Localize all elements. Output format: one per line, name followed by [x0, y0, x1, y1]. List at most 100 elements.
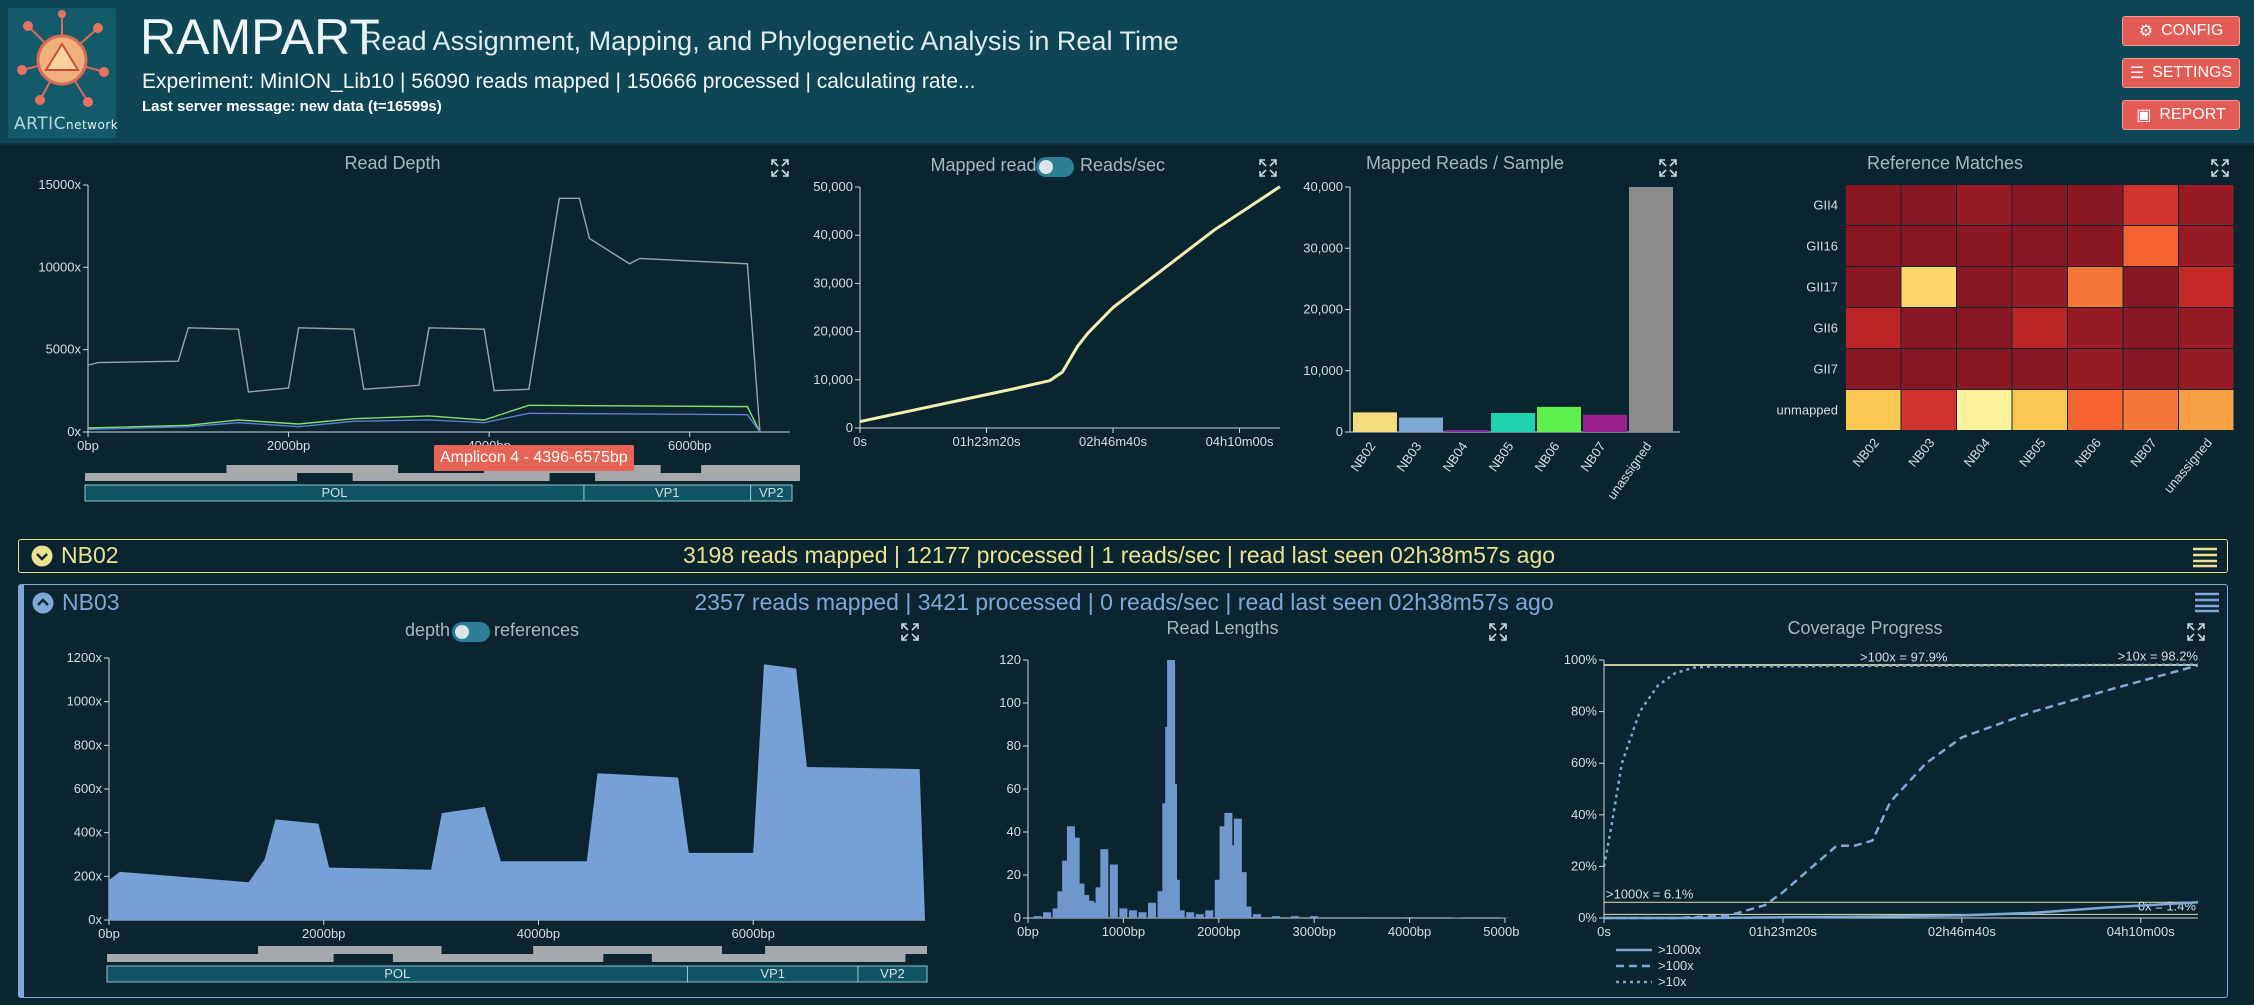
menu-icon[interactable] — [2191, 546, 2219, 568]
heatmap-cell — [1846, 390, 1901, 430]
depth-label: depth — [404, 620, 450, 640]
y-tick-label: 60% — [1571, 755, 1597, 770]
length-bar — [1128, 910, 1137, 918]
y-tick-label: 0 — [1014, 910, 1021, 925]
heatmap-cell — [2179, 267, 2234, 307]
y-tick-label: 50,000 — [813, 179, 853, 194]
y-tick-label: 1200x — [67, 650, 103, 665]
expand-icon[interactable] — [1488, 622, 1508, 642]
heatmap-cell — [2068, 308, 2123, 348]
heatmap-cell — [2012, 390, 2067, 430]
heatmap-cell — [1846, 349, 1901, 389]
column-label: NB06 — [2072, 435, 2104, 470]
x-tick-label: 0s — [853, 434, 867, 449]
expand-icon[interactable] — [900, 622, 920, 642]
length-bar — [1291, 916, 1300, 918]
expand-icon[interactable] — [2186, 622, 2206, 642]
settings-button[interactable]: ☰ SETTINGS — [2122, 58, 2240, 88]
heatmap-cell — [2012, 185, 2067, 225]
y-tick-label: 40 — [1007, 824, 1021, 839]
depth-line — [87, 404, 761, 433]
x-tick-label: 2000bp — [267, 438, 310, 453]
chevron-up-icon[interactable] — [32, 592, 54, 614]
x-tick-label: 0bp — [98, 926, 120, 941]
menu-icon[interactable] — [2193, 591, 2221, 613]
heatmap-cell — [2179, 349, 2234, 389]
read-lengths-chart: 0 20 40 60 80 100 120 0bp 1000bp 2000bp 3000bp 4000… — [999, 652, 1520, 939]
y-tick-label: 0x — [88, 912, 102, 927]
sample-panel-nb02[interactable]: NB02 3198 reads mapped | 12177 processed… — [18, 539, 2228, 573]
amplicon-bar — [352, 473, 550, 481]
reads-per-sec-label: Reads/sec — [1080, 155, 1166, 175]
x-tick-label: 0s — [1597, 924, 1611, 939]
sample-bar — [1583, 414, 1627, 432]
x-tick-label: 02h46m40s — [1928, 924, 1996, 939]
heatmap-cell — [2012, 267, 2067, 307]
amplicon-bar — [226, 465, 399, 473]
heatmap-cell — [1846, 185, 1901, 225]
chevron-down-icon[interactable] — [31, 545, 53, 567]
mapped-reads-line — [859, 185, 1281, 424]
length-bar — [1033, 916, 1042, 918]
y-tick-label: 30,000 — [813, 275, 853, 290]
length-bar — [1119, 908, 1128, 918]
sample-depth-chart: 0x 200x 400x 600x 800x 1000x 1200x 0bp 2000bp 400… — [67, 650, 928, 983]
heatmap-cell — [1901, 226, 1956, 266]
server-message: Last server message: new data (t=16599s) — [142, 98, 442, 115]
depth-references-toggle[interactable] — [452, 622, 490, 642]
y-tick-label: 0 — [846, 420, 853, 435]
gene-label: VP2 — [759, 485, 784, 500]
length-bar — [1405, 917, 1414, 918]
gene-label: VP2 — [880, 966, 905, 981]
y-tick-label: 100 — [999, 695, 1021, 710]
x-tick-label: 2000bp — [302, 926, 345, 941]
reads-rate-toggle[interactable] — [1036, 157, 1074, 177]
gene-label: POL — [321, 485, 347, 500]
y-tick-label: 200x — [74, 868, 103, 883]
sample-bar — [1629, 187, 1673, 432]
document-icon: ▣ — [2136, 107, 2152, 124]
app-title: RAMPART — [140, 9, 380, 65]
heatmap-cell — [2123, 267, 2178, 307]
x-tick-label: 04h10m00s — [2107, 924, 2175, 939]
x-tick-label: NB03 — [1394, 439, 1425, 474]
config-button[interactable]: ⚙ CONFIG — [2122, 16, 2240, 46]
column-label: NB04 — [1961, 435, 1993, 470]
heatmap-cell — [1901, 349, 1956, 389]
experiment-status: Experiment: MinION_Lib10 | 56090 reads m… — [142, 70, 976, 93]
y-tick-label: 600x — [74, 781, 103, 796]
heatmap-cell — [2123, 390, 2178, 430]
y-tick-label: 100% — [1564, 652, 1598, 667]
sample-bar — [1399, 417, 1443, 432]
heatmap-cell — [2068, 185, 2123, 225]
row-label: GII7 — [1813, 362, 1838, 377]
amplicon-bar — [258, 946, 442, 954]
y-tick-label: 0% — [1578, 910, 1597, 925]
heatmap-cell — [1901, 185, 1956, 225]
artic-logo: ARTICnetwork — [8, 8, 119, 138]
column-label: NB05 — [2016, 435, 2048, 470]
heatmap-cell — [1901, 267, 1956, 307]
sample-bar — [1537, 406, 1581, 432]
x-tick-label: 01h23m20s — [953, 434, 1021, 449]
x-tick-label: 6000bp — [732, 926, 775, 941]
heatmap-cell — [2012, 308, 2067, 348]
length-bar — [1138, 912, 1147, 918]
x-tick-label: 2000bp — [1197, 924, 1240, 939]
app-subtitle: Read Assignment, Mapping, and Phylogenet… — [362, 26, 1179, 56]
report-button[interactable]: ▣ REPORT — [2122, 100, 2240, 130]
y-tick-label: 80% — [1571, 704, 1597, 719]
gene-label: VP1 — [760, 966, 785, 981]
length-bar — [1272, 916, 1281, 918]
app-header: ARTICnetwork RAMPART Read Assignment, Ma… — [0, 0, 2254, 145]
depth-area — [109, 664, 925, 920]
depth-line — [87, 197, 761, 433]
logo-text: ARTICnetwork — [14, 114, 119, 134]
sliders-icon: ☰ — [2129, 65, 2145, 82]
x-tick-label: 04h10m00s — [1206, 434, 1274, 449]
row-label: GII6 — [1813, 321, 1838, 336]
heatmap-cell — [2068, 226, 2123, 266]
heatmap-cell — [1957, 349, 2012, 389]
row-label: GII17 — [1806, 280, 1838, 295]
length-bar — [1252, 914, 1261, 918]
